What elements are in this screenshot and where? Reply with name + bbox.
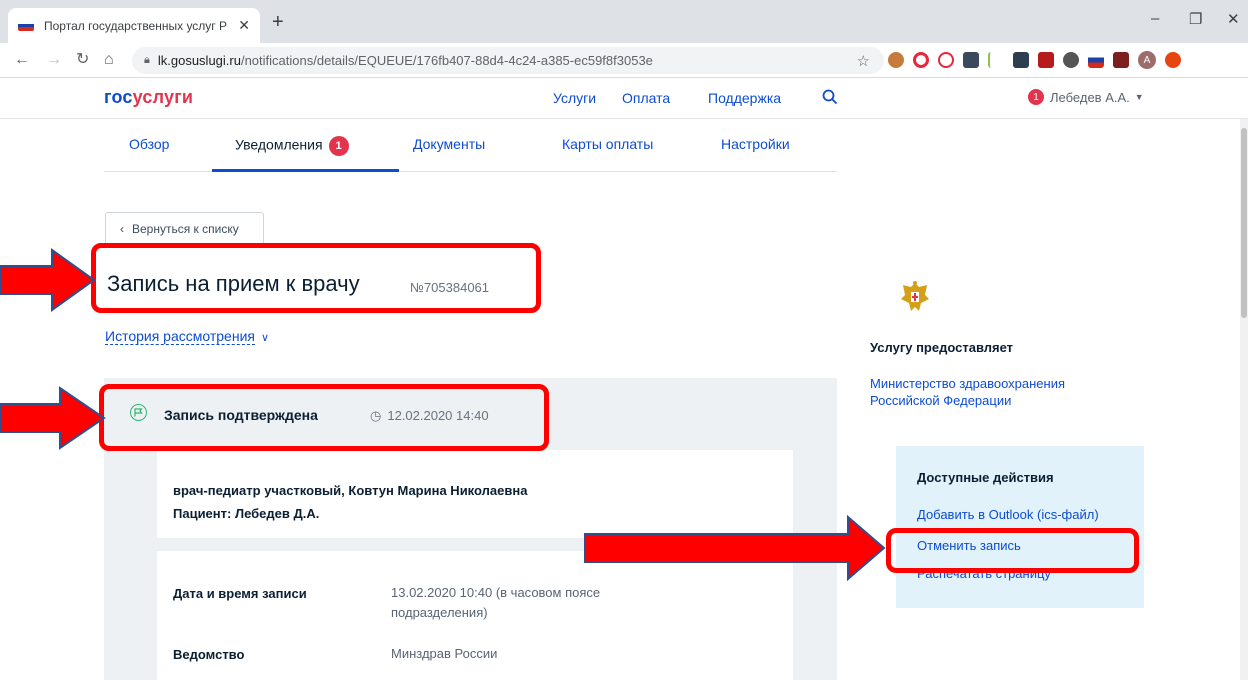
forward-arrow-icon[interactable]: → bbox=[46, 51, 62, 69]
caret-down-icon: ▼ bbox=[1134, 92, 1144, 102]
tab-notifications[interactable]: Уведомления 1 bbox=[235, 136, 349, 156]
extension-icon[interactable] bbox=[913, 52, 929, 68]
back-to-list-label: Вернуться к списку bbox=[132, 221, 239, 236]
restore-icon[interactable]: ❐ bbox=[1189, 10, 1202, 28]
actions-title: Доступные действия bbox=[917, 470, 1054, 485]
bookmark-star-icon[interactable]: ☆ bbox=[857, 52, 870, 70]
tab-close-icon[interactable]: ✕ bbox=[238, 17, 250, 34]
provider-link[interactable]: Министерство здравоохранения Российской … bbox=[870, 375, 1120, 409]
extension-icon[interactable] bbox=[988, 52, 1004, 68]
extension-icon[interactable] bbox=[1063, 52, 1079, 68]
detail-label-datetime: Дата и время записи bbox=[173, 586, 307, 601]
url-domain: lk.gosuslugi.ru bbox=[157, 53, 241, 68]
browser-toolbar: ← → ↻ ⌂ 🔒︎ lk.gosuslugi.ru/notifications… bbox=[0, 43, 1248, 78]
extension-icon[interactable] bbox=[1088, 52, 1104, 68]
provider-label: Услугу предоставляет bbox=[870, 340, 1014, 355]
profile-avatar[interactable]: A bbox=[1138, 51, 1156, 69]
flag-icon bbox=[130, 404, 147, 421]
nav-support[interactable]: Поддержка bbox=[708, 90, 781, 106]
extensions-bar: A bbox=[888, 51, 1181, 69]
history-toggle[interactable]: История рассмотрения ∨ bbox=[105, 328, 270, 345]
russia-flag-icon bbox=[18, 20, 34, 31]
tab-payment-cards[interactable]: Карты оплаты bbox=[562, 136, 653, 152]
nav-services[interactable]: Услуги bbox=[553, 90, 596, 106]
new-tab-icon[interactable]: + bbox=[272, 12, 284, 32]
chevron-left-icon: ‹ bbox=[120, 221, 124, 236]
detail-value-agency: Минздрав России bbox=[391, 646, 498, 661]
extension-icon[interactable] bbox=[963, 52, 979, 68]
notifications-count-badge: 1 bbox=[328, 136, 349, 156]
detail-value-datetime: 13.02.2020 10:40 (в часовом поясе подраз… bbox=[391, 585, 601, 620]
clock-icon: ◷ bbox=[370, 408, 382, 423]
application-number: №705384061 bbox=[410, 280, 490, 295]
print-page-link[interactable]: Распечатать страницу bbox=[917, 566, 1051, 581]
header-divider bbox=[0, 118, 1248, 119]
window-close-icon[interactable]: ✕ bbox=[1227, 10, 1240, 28]
extension-icon[interactable] bbox=[1113, 52, 1129, 68]
history-label: История рассмотрения bbox=[105, 328, 255, 345]
tab-documents[interactable]: Документы bbox=[413, 136, 485, 152]
browser-tab[interactable]: Портал государственных услуг Р ✕ bbox=[8, 8, 260, 43]
page-title: Запись на прием к врачу bbox=[107, 271, 360, 296]
back-to-list-button[interactable]: ‹ Вернуться к списку bbox=[105, 212, 264, 245]
extension-icon[interactable] bbox=[888, 52, 904, 68]
gosuslugi-logo[interactable]: госуслуги bbox=[104, 87, 193, 108]
user-name: Лебедев А.А. bbox=[1050, 89, 1130, 105]
browser-tab-bar: Портал государственных услуг Р ✕ + – ❐ ✕ bbox=[0, 0, 1248, 43]
user-notification-badge: 1 bbox=[1028, 89, 1044, 105]
tab-title: Портал государственных услуг Р bbox=[44, 18, 228, 33]
minimize-icon[interactable]: – bbox=[1151, 10, 1159, 27]
lock-icon: 🔒︎ bbox=[144, 54, 150, 66]
chevron-down-icon: ∨ bbox=[260, 332, 270, 344]
extension-icon[interactable] bbox=[1038, 52, 1054, 68]
active-tab-indicator bbox=[212, 169, 399, 172]
detail-label-agency: Ведомство bbox=[173, 647, 245, 662]
extension-icon[interactable] bbox=[938, 52, 954, 68]
home-icon[interactable]: ⌂ bbox=[104, 51, 114, 69]
cancel-appointment-link[interactable]: Отменить запись bbox=[917, 538, 1021, 553]
address-bar[interactable]: 🔒︎ lk.gosuslugi.ru/notifications/details… bbox=[132, 47, 884, 74]
doctor-line: врач-педиатр участковый, Ковтун Марина Н… bbox=[173, 483, 528, 498]
tab-settings[interactable]: Настройки bbox=[721, 136, 790, 152]
patient-line: Пациент: Лебедев Д.А. bbox=[173, 506, 320, 521]
status-time: ◷ 12.02.2020 14:40 bbox=[370, 408, 489, 423]
extension-icon[interactable] bbox=[1165, 52, 1181, 68]
extension-icon[interactable] bbox=[1013, 52, 1029, 68]
add-to-outlook-link[interactable]: Добавить в Outlook (ics-файл) bbox=[917, 507, 1099, 522]
user-menu[interactable]: 1 Лебедев А.А. ▼ bbox=[1028, 89, 1144, 105]
tab-overview[interactable]: Обзор bbox=[129, 136, 169, 152]
reload-icon[interactable]: ↻ bbox=[76, 51, 89, 69]
ministry-emblem-icon bbox=[901, 281, 929, 311]
scrollbar-thumb[interactable] bbox=[1241, 128, 1247, 318]
nav-payment[interactable]: Оплата bbox=[622, 90, 670, 106]
search-icon[interactable] bbox=[822, 89, 838, 105]
back-arrow-icon[interactable]: ← bbox=[14, 51, 30, 69]
url-path: /notifications/details/EQUEUE/176fb407-8… bbox=[240, 53, 653, 68]
status-title: Запись подтверждена bbox=[164, 407, 318, 423]
arrow-right-icon bbox=[0, 248, 96, 312]
arrow-right-icon bbox=[0, 386, 106, 450]
